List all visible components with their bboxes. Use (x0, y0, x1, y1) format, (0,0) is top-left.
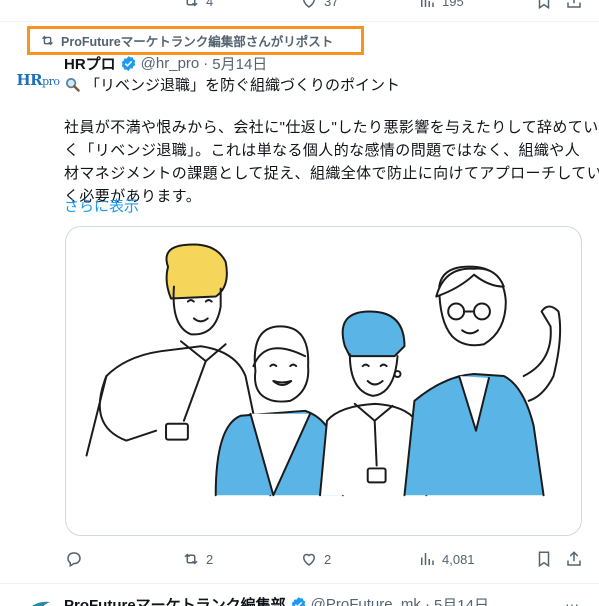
prev-bookmark-action[interactable] (535, 0, 553, 10)
views-action[interactable]: 4,081 (418, 550, 475, 568)
post-headline: 「リベンジ退職」を防ぐ組織づくりのポイント (64, 74, 400, 95)
post-divider (0, 21, 599, 22)
prev-retweet-count: 4 (206, 0, 214, 9)
separator: · (424, 596, 430, 606)
prev-views-action[interactable]: 195 (418, 0, 464, 10)
bookmark-action[interactable] (535, 550, 553, 568)
hrpro-logo: HRpro (16, 71, 60, 89)
body-line: く「リベンジ退職」。これは単なる個人的な感情の問題ではなく、組織や人 (64, 142, 581, 159)
like-action[interactable]: 2 (300, 550, 331, 568)
next-post-date[interactable]: 5月14日 (434, 594, 489, 606)
retweet-count: 2 (206, 551, 214, 567)
views-count: 4,081 (442, 551, 475, 567)
verified-badge-icon (121, 56, 135, 71)
prev-retweet-action[interactable]: 4 (182, 0, 213, 10)
magnifier-icon (65, 77, 80, 92)
body-line: 材マネジメントの課題として捉え、組織全体で防止に向けてアプローチしてい (64, 165, 599, 182)
post-header: HRプロ @hr_pro · 5月14日 (64, 53, 267, 74)
like-count: 2 (324, 551, 332, 567)
share-icon (567, 0, 581, 8)
post-image[interactable] (65, 226, 582, 536)
avatar[interactable]: HRpro (16, 60, 60, 100)
retweet-icon (186, 0, 198, 7)
body-line: く必要があります。 (64, 188, 202, 205)
reply-icon (67, 552, 81, 568)
more-options-icon[interactable]: ··· (565, 596, 579, 606)
views-icon (421, 553, 434, 565)
author-handle[interactable]: @hr_pro (141, 55, 200, 72)
share-icon (567, 551, 581, 566)
post-actions: 2 2 4,081 (0, 550, 599, 570)
next-author-handle[interactable]: @ProFuture_mk (311, 596, 421, 606)
repost-label: ProFutureマーケトランク編集部さんがリポスト (61, 35, 334, 49)
reply-action[interactable] (65, 550, 89, 568)
team-illustration (85, 243, 562, 497)
retweet-action[interactable]: 2 (182, 550, 213, 568)
profuture-logo (32, 601, 50, 606)
body-line: 社員が不満や恨みから、会社に"仕返し"したり悪影響を与えたりして辞めてい (64, 119, 599, 136)
next-post-avatar[interactable] (20, 592, 60, 606)
author-name[interactable]: HRプロ (64, 53, 116, 74)
prev-views-count: 195 (442, 0, 464, 9)
retweet-icon (184, 553, 198, 565)
next-author-name[interactable]: ProFutureマーケトランク編集部 (64, 594, 286, 606)
previous-post-actions: 4 37 195 (0, 0, 599, 12)
headline-text: 「リベンジ退職」を防ぐ組織づくりのポイント (85, 77, 401, 94)
next-post-header: ProFutureマーケトランク編集部 @ProFuture_mk · 5月14… (64, 594, 489, 606)
heart-icon (302, 553, 316, 566)
repost-banner[interactable]: ProFutureマーケトランク編集部さんがリポスト (27, 26, 364, 55)
prev-share-action[interactable] (565, 0, 583, 10)
bookmark-icon (538, 0, 550, 10)
prev-like-count: 37 (324, 0, 339, 9)
post-date[interactable]: 5月14日 (212, 53, 267, 74)
post-body: 社員が不満や恨みから、会社に"仕返し"したり悪影響を与えたりして辞めてい く「リ… (64, 116, 599, 208)
prev-like-action[interactable]: 37 (300, 0, 338, 10)
show-more-link[interactable]: さらに表示 (64, 195, 139, 216)
post-divider (0, 583, 599, 584)
verified-badge-icon (291, 597, 305, 606)
views-icon (421, 0, 434, 7)
separator: · (203, 55, 209, 72)
retweet-icon (42, 35, 53, 46)
share-action[interactable] (565, 550, 583, 568)
heart-icon (303, 0, 315, 8)
bookmark-icon (538, 551, 550, 568)
